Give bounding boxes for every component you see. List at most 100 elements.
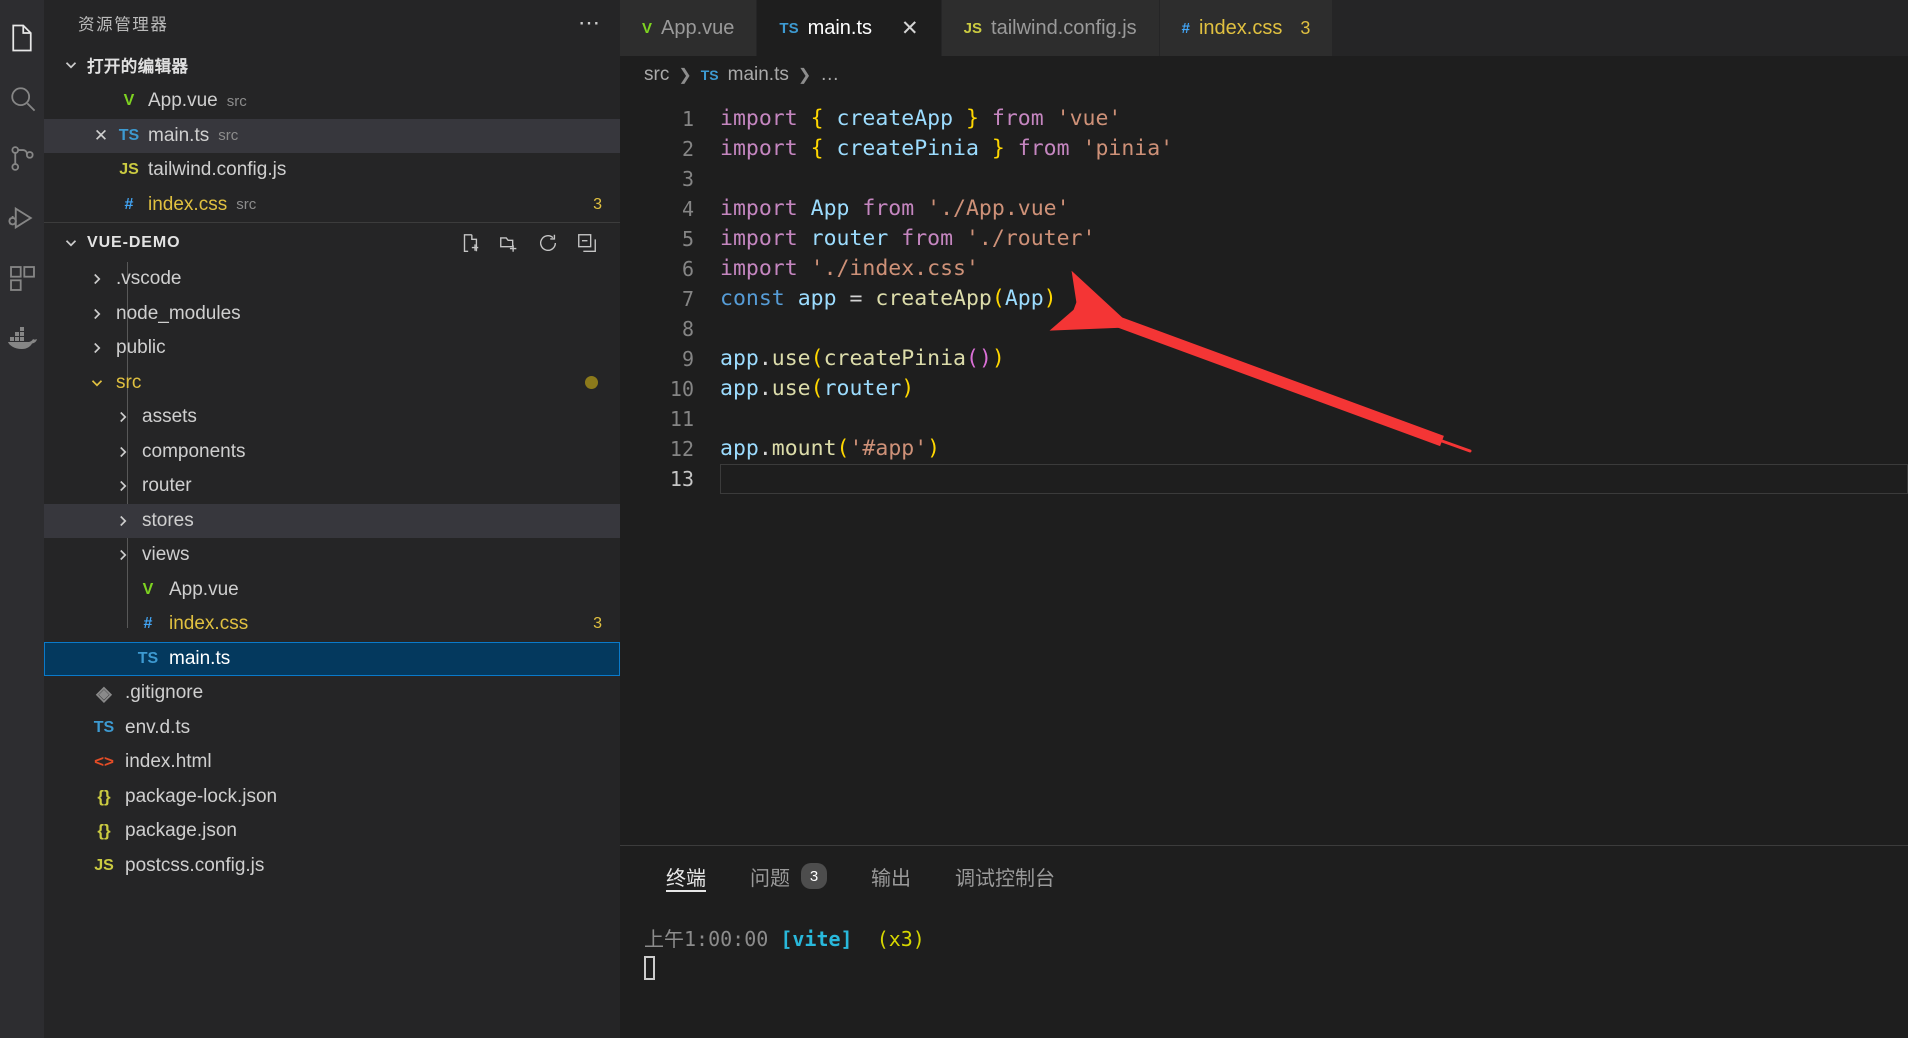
tree-item-views[interactable]: views — [44, 538, 620, 573]
code-text: import './index.css' — [720, 256, 979, 281]
collapse-all-icon[interactable] — [576, 232, 598, 254]
code-line: 10 app.use(router) — [620, 374, 1908, 404]
open-editor-tailwind-config-js[interactable]: JS tailwind.config.js — [44, 153, 620, 188]
chevron-right-icon — [88, 339, 106, 357]
tree-item-stores[interactable]: stores — [44, 503, 620, 538]
tree-item-env-d-ts[interactable]: TS env.d.ts — [44, 711, 620, 746]
problem-count-badge: 3 — [593, 195, 602, 213]
tab-index-css[interactable]: # index.css 3 — [1159, 0, 1334, 56]
close-icon[interactable]: ✕ — [88, 126, 114, 146]
activity-item-run-debug[interactable] — [0, 188, 44, 248]
tree-item-package-lock-json[interactable]: {} package-lock.json — [44, 780, 620, 815]
activity-item-explorer[interactable] — [0, 8, 44, 68]
new-folder-icon[interactable] — [498, 232, 520, 254]
project-section-header[interactable]: VUE-DEMO — [44, 222, 620, 262]
breadcrumb-file[interactable]: main.ts — [728, 64, 789, 86]
tab-app-vue[interactable]: V App.vue — [620, 0, 758, 56]
line-number: 10 — [669, 377, 694, 401]
line-number: 13 — [669, 467, 694, 491]
problem-count-badge: 3 — [801, 863, 827, 889]
chevron-down-icon — [62, 56, 80, 74]
activity-item-source-control[interactable] — [0, 128, 44, 188]
code-text: import router from './router' — [720, 226, 1096, 251]
tree-item-package-json[interactable]: {} package.json — [44, 814, 620, 849]
tree-item-src[interactable]: src — [44, 366, 620, 401]
line-number: 4 — [681, 197, 694, 221]
panel-tab-terminal[interactable]: 终端 — [644, 846, 728, 906]
tab-main-ts[interactable]: TS main.ts ✕ — [757, 0, 942, 56]
tree-item-postcss-config-js[interactable]: JS postcss.config.js — [44, 849, 620, 884]
tree-item-app-vue[interactable]: V App.vue — [44, 573, 620, 608]
open-editor-app-vue[interactable]: V App.vue src — [44, 84, 620, 119]
panel-tab-output[interactable]: 输出 — [849, 846, 933, 906]
tree-item-components[interactable]: components — [44, 435, 620, 470]
css-file-icon: # — [143, 615, 153, 633]
chevron-right-icon — [114, 512, 132, 530]
open-editors-label: 打开的编辑器 — [87, 58, 189, 76]
tree-item-main-ts[interactable]: TS main.ts — [44, 641, 620, 676]
panel-tab-problems[interactable]: 问题 3 — [728, 846, 849, 906]
code-line: 8 — [620, 314, 1908, 344]
code-text: app.use(createPinia()) — [720, 346, 1005, 371]
tree-item-index-html[interactable]: <> index.html — [44, 745, 620, 780]
code-line: 7 const app = createApp(App) — [620, 284, 1908, 314]
code-text: const app = createApp(App) — [720, 286, 1057, 311]
tree-item-public[interactable]: public — [44, 331, 620, 366]
git-file-icon: ◈ — [96, 682, 112, 705]
explorer-more-actions-icon[interactable]: ⋯ — [578, 12, 602, 34]
tree-item-label: index.css — [169, 613, 249, 635]
breadcrumb-symbols[interactable]: … — [820, 64, 839, 86]
ts-file-icon: TS — [118, 126, 140, 144]
terminal-output[interactable]: 上午1:00:00 [vite] (x3) — [620, 906, 1908, 980]
code-editor[interactable]: 1 import { createApp } from 'vue' 2 import… — [620, 94, 1908, 845]
vue-file-icon: V — [142, 580, 154, 598]
source-control-icon — [8, 144, 37, 173]
file-tree: .vscode node_modules public src assets c… — [44, 262, 620, 883]
breadcrumb-separator-icon: ❯ — [678, 67, 692, 84]
explorer-header: 资源管理器 ⋯ — [44, 0, 620, 46]
bottom-panel: 终端 问题 3 输出 调试控制台 上午1:00:00 [vite] (x3) — [620, 845, 1908, 1038]
activity-item-search[interactable] — [0, 68, 44, 128]
css-file-icon: # — [1181, 19, 1190, 37]
new-file-icon[interactable] — [459, 232, 481, 254]
ts-file-icon: TS — [779, 19, 799, 37]
css-file-icon: # — [124, 195, 134, 213]
ts-file-icon: TS — [137, 649, 159, 667]
tree-item-node-modules[interactable]: node_modules — [44, 297, 620, 332]
tree-item-label: public — [116, 337, 166, 359]
tab-bar-empty-space — [1333, 0, 1908, 56]
tree-item-router[interactable]: router — [44, 469, 620, 504]
close-icon[interactable]: ✕ — [901, 16, 919, 41]
open-editors-section-header[interactable]: 打开的编辑器 — [44, 46, 620, 84]
tree-item-vscode[interactable]: .vscode — [44, 262, 620, 297]
breadcrumb-folder[interactable]: src — [644, 64, 669, 86]
explorer-sidebar: 资源管理器 ⋯ 打开的编辑器 V App.vue src ✕ TS main.t… — [44, 0, 620, 1038]
open-editor-label: main.ts — [148, 124, 210, 146]
open-editor-index-css[interactable]: # index.css src 3 — [44, 188, 620, 223]
activity-item-extensions[interactable] — [0, 248, 44, 308]
explorer-title: 资源管理器 — [78, 16, 169, 34]
tree-item-assets[interactable]: assets — [44, 400, 620, 435]
tree-item-label: package-lock.json — [125, 785, 278, 807]
tree-item-gitignore[interactable]: ◈ .gitignore — [44, 676, 620, 711]
tree-item-label: .vscode — [116, 268, 182, 290]
tree-item-label: node_modules — [116, 302, 241, 324]
tree-item-index-css[interactable]: # index.css 3 — [44, 607, 620, 642]
tab-tailwind-config-js[interactable]: JS tailwind.config.js — [941, 0, 1160, 56]
code-line-current: 13 — [620, 464, 1908, 494]
code-text: import { createApp } from 'vue' — [720, 106, 1122, 131]
open-editor-main-ts[interactable]: ✕ TS main.ts src — [44, 118, 620, 153]
code-text: app.mount('#app') — [720, 436, 941, 461]
panel-tab-debug-console[interactable]: 调试控制台 — [933, 846, 1077, 906]
line-number: 9 — [681, 347, 694, 371]
open-editor-folder: src — [236, 196, 257, 214]
line-number: 1 — [681, 107, 694, 131]
vue-file-icon: V — [123, 92, 135, 110]
refresh-icon[interactable] — [537, 232, 559, 254]
code-line: 11 — [620, 404, 1908, 434]
line-number: 11 — [669, 407, 694, 431]
activity-item-docker[interactable] — [0, 308, 44, 368]
terminal-cursor — [644, 955, 655, 980]
tree-item-label: main.ts — [169, 647, 231, 669]
